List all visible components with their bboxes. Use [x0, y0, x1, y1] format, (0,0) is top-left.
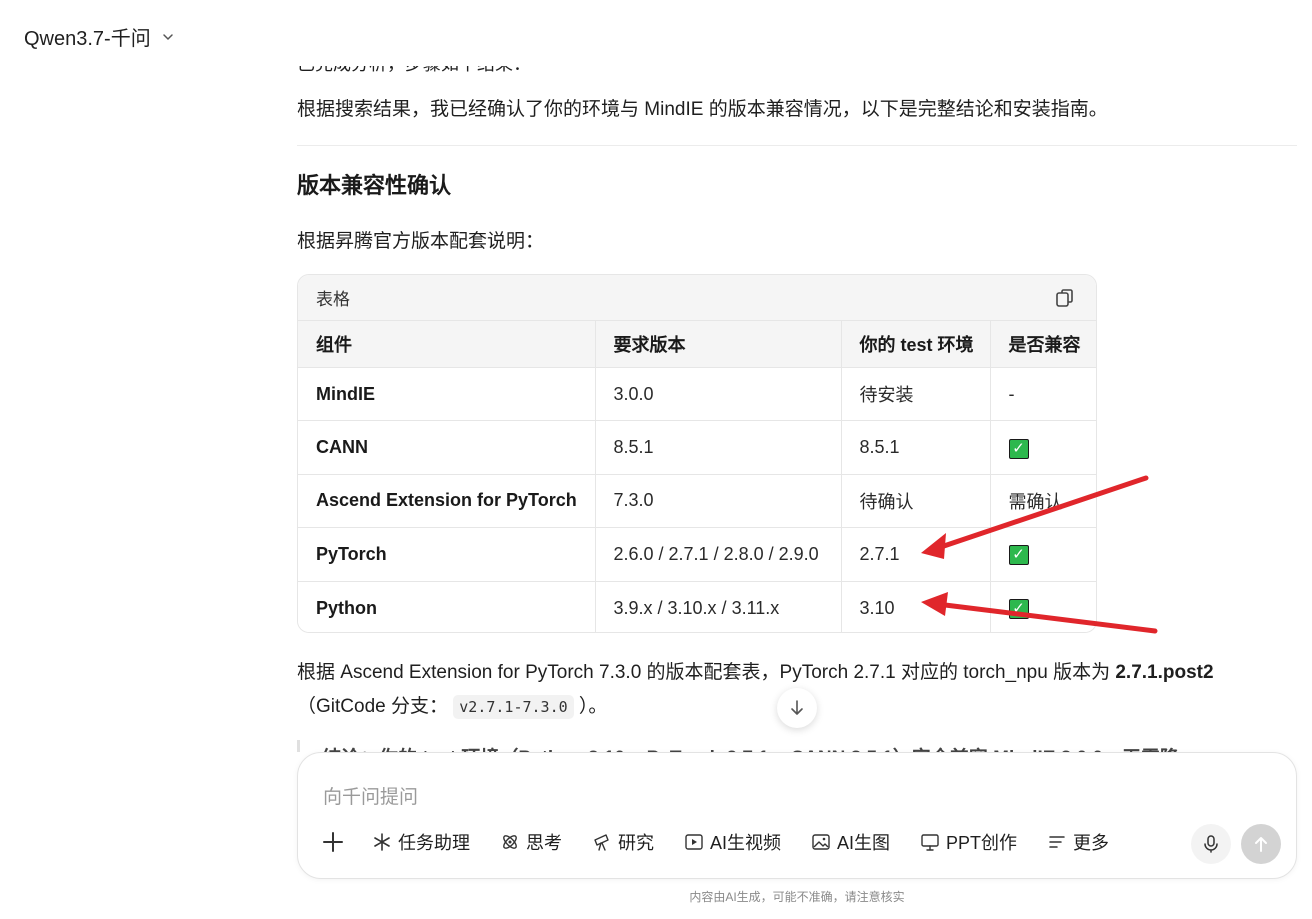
cell-component: Python — [298, 580, 595, 632]
tool-label: AI生视频 — [710, 833, 782, 853]
torch-npu-version: 2.7.1.post2 — [1115, 662, 1214, 683]
tool-think[interactable]: 思考 — [500, 829, 562, 855]
section-subtext: 根据昇腾官方版本配套说明： — [297, 231, 545, 252]
cell-component: PyTorch — [298, 527, 595, 582]
para-text-2: （GitCode 分支： — [297, 696, 448, 717]
cell-env: 待确认 — [840, 473, 990, 528]
message-intro: 根据搜索结果，我已经确认了你的环境与 MindIE 的版本兼容情况，以下是完整结… — [297, 96, 1297, 124]
conclusion-blockquote: 结论：你的 test 环境（Python 3.10 + PyTorch 2.7.… — [297, 740, 1297, 752]
play-video-icon — [685, 834, 703, 850]
voice-input-button[interactable] — [1191, 824, 1231, 864]
tool-ppt[interactable]: PPT创作 — [920, 829, 1017, 855]
col-header-env: 你的 test 环境 — [840, 320, 990, 368]
cell-compat: 需确认 — [989, 473, 1096, 528]
model-selector[interactable]: Qwen3.7-千问 — [24, 22, 175, 51]
menu-lines-icon — [1049, 836, 1065, 848]
tool-ai-image[interactable]: AI生图 — [811, 829, 890, 855]
cell-required: 2.6.0 / 2.7.1 / 2.8.0 / 2.9.0 — [594, 527, 841, 582]
para-text-3: ）。 — [578, 696, 608, 717]
cell-compat: ✓ — [989, 527, 1096, 582]
tool-more[interactable]: 更多 — [1047, 829, 1109, 855]
cell-component: CANN — [298, 420, 595, 475]
cell-required: 3.0.0 — [594, 366, 841, 421]
table-row: Python 3.9.x / 3.10.x / 3.11.x 3.10 ✓ — [298, 580, 1096, 632]
tool-label: PPT创作 — [946, 833, 1018, 853]
table-header-row: 组件 要求版本 你的 test 环境 是否兼容 — [298, 320, 1096, 368]
col-header-component: 组件 — [298, 320, 595, 368]
ai-disclaimer: 内容由AI生成，可能不准确，请注意核实 — [689, 890, 905, 904]
inline-code-branch: v2.7.1-7.3.0 — [453, 695, 574, 719]
intro-text: 根据搜索结果，我已经确认了你的环境与 MindIE 的版本兼容情况，以下是完整结… — [297, 99, 1108, 120]
model-name: Qwen3.7-千问 — [24, 28, 151, 50]
table-row: Ascend Extension for PyTorch 7.3.0 待确认 需… — [298, 473, 1096, 528]
plus-icon[interactable] — [320, 829, 346, 855]
tool-label: 研究 — [618, 833, 654, 853]
top-bar: Qwen3.7-千问 — [0, 0, 1312, 66]
image-icon — [812, 834, 830, 850]
conclusion-text: 结论：你的 test 环境（Python 3.10 + PyTorch 2.7.… — [322, 743, 1179, 752]
scroll-to-bottom-button[interactable] — [777, 688, 817, 728]
cell-compat: - — [989, 366, 1096, 421]
cell-component: MindIE — [298, 366, 595, 421]
cell-required: 8.5.1 — [594, 420, 841, 475]
presentation-icon — [921, 834, 939, 851]
cell-required: 7.3.0 — [594, 473, 841, 528]
section-heading: 版本兼容性确认 — [297, 173, 452, 198]
chevron-down-icon — [162, 33, 173, 40]
tool-label: AI生图 — [837, 833, 891, 853]
composer-toolbar: 任务助理 思考 研究 AI生视频 AI生图 PPT创作 更多 — [320, 829, 1139, 855]
tool-task-assistant[interactable]: 任务助理 — [372, 829, 470, 855]
table-card-header: 表格 — [298, 275, 1096, 320]
arrow-up-icon — [1255, 837, 1267, 852]
compat-table: 组件 要求版本 你的 test 环境 是否兼容 MindIE 3.0.0 待安装… — [298, 320, 1096, 632]
table-row: CANN 8.5.1 8.5.1 ✓ — [298, 420, 1096, 475]
tool-ai-video[interactable]: AI生视频 — [684, 829, 781, 855]
cell-required: 3.9.x / 3.10.x / 3.11.x — [594, 580, 841, 632]
col-header-compat: 是否兼容 — [989, 320, 1096, 368]
check-mark-icon: ✓ — [1008, 599, 1029, 619]
check-mark-icon: ✓ — [1008, 438, 1029, 459]
chat-input[interactable]: 向千问提问 — [323, 782, 418, 809]
tool-label: 思考 — [526, 833, 562, 853]
table-row: PyTorch 2.6.0 / 2.7.1 / 2.8.0 / 2.9.0 2.… — [298, 527, 1096, 582]
cell-component: Ascend Extension for PyTorch — [298, 473, 595, 528]
cell-env: 3.10 — [840, 580, 990, 632]
cell-env: 8.5.1 — [840, 420, 990, 475]
cell-env: 2.7.1 — [840, 527, 990, 582]
cell-env: 待安装 — [840, 366, 990, 421]
telescope-icon — [594, 834, 609, 851]
tool-research[interactable]: 研究 — [592, 829, 654, 855]
arrow-down-icon — [791, 700, 803, 715]
table-card: 表格 组件 要求版本 你的 test 环境 是否兼容 MindIE 3.0.0 … — [297, 274, 1097, 633]
chat-composer: 向千问提问 任务助理 思考 研究 AI生视频 AI生图 PPT创作 更多 — [297, 752, 1297, 879]
cell-compat: ✓ — [989, 580, 1096, 632]
check-mark-icon: ✓ — [1008, 545, 1029, 566]
tool-label: 更多 — [1073, 833, 1110, 853]
asterisk-icon — [374, 833, 390, 851]
atom-icon — [503, 835, 517, 849]
microphone-icon — [1204, 835, 1218, 853]
send-button[interactable] — [1241, 824, 1281, 864]
table-row: MindIE 3.0.0 待安装 - — [298, 366, 1096, 421]
divider — [297, 145, 1297, 146]
col-header-required: 要求版本 — [594, 320, 841, 368]
copy-icon[interactable] — [1054, 287, 1076, 309]
table-card-title: 表格 — [316, 290, 350, 309]
cell-compat: ✓ — [989, 420, 1096, 475]
tool-label: 任务助理 — [398, 833, 470, 853]
para-text-1: 根据 Ascend Extension for PyTorch 7.3.0 的版… — [297, 662, 1116, 683]
